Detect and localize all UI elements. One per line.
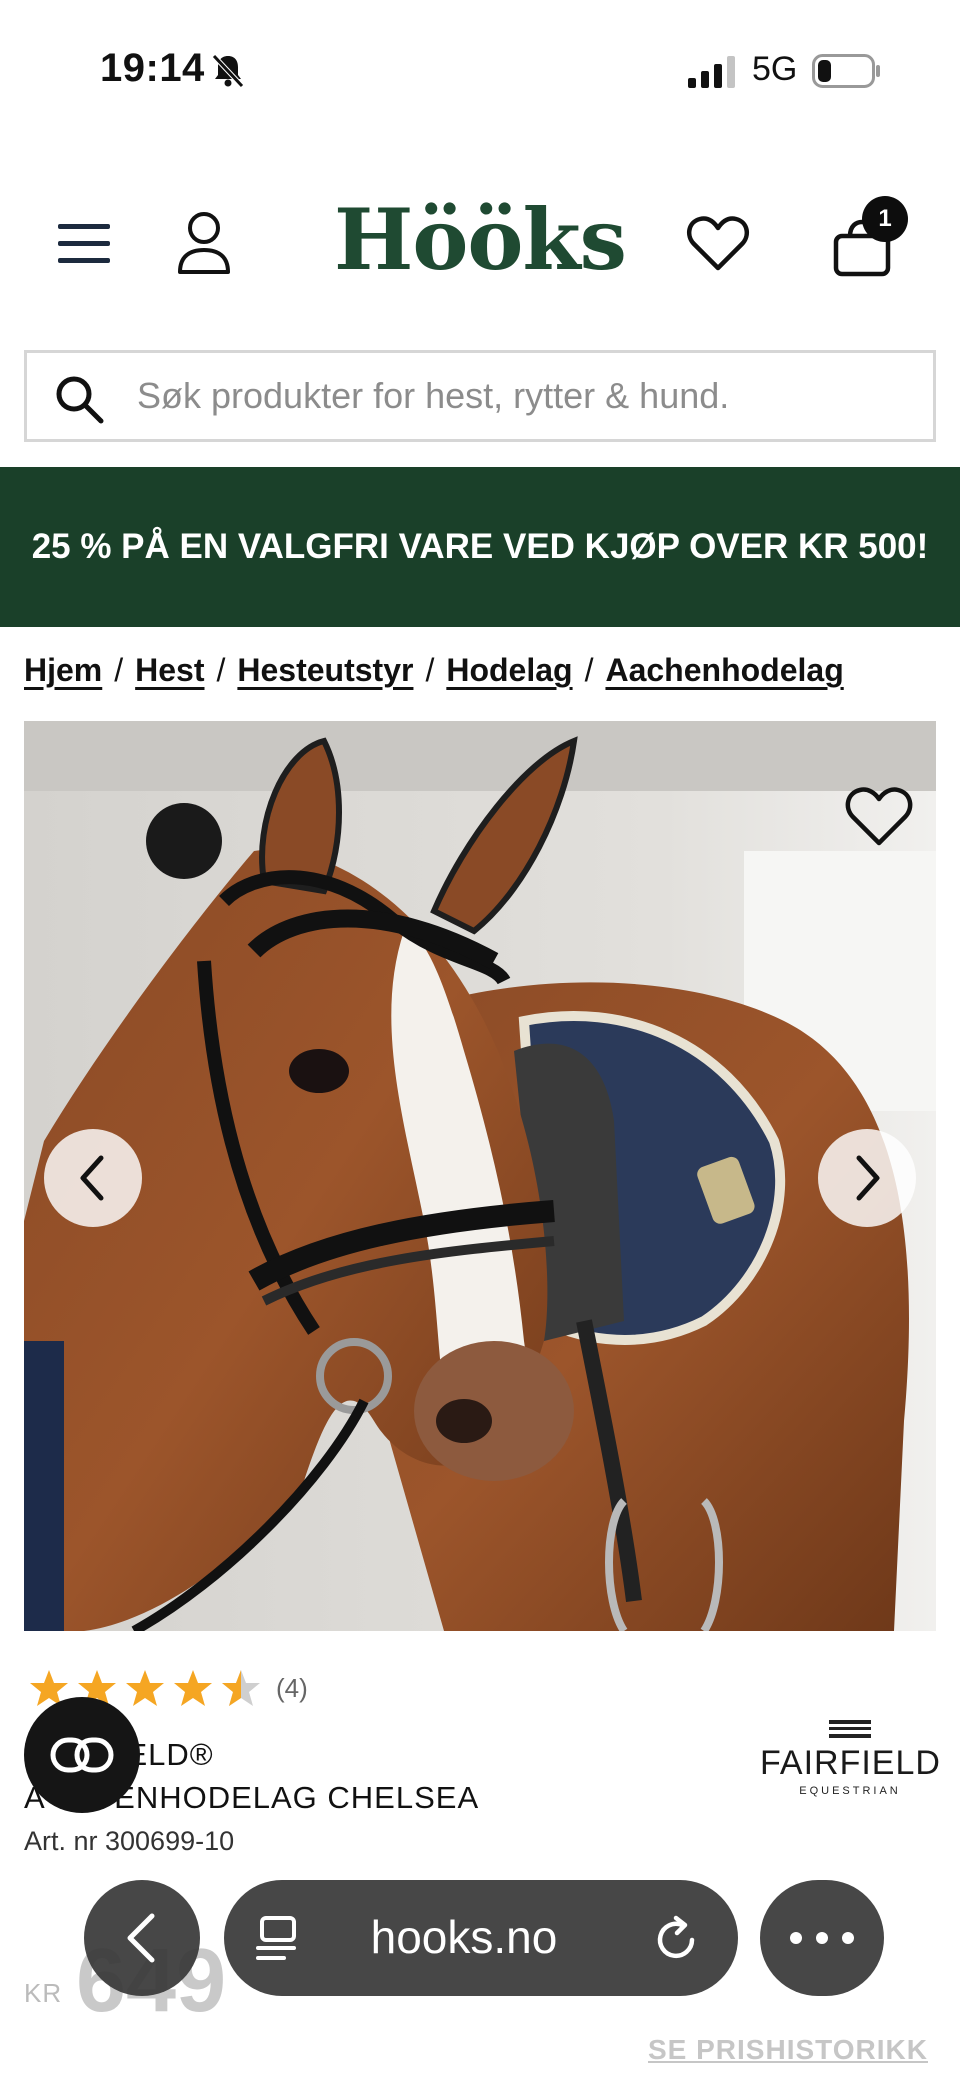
breadcrumb: Hjem / Hest / Hesteutstyr / Hodelag / Aachenhode… xyxy=(24,652,844,688)
heart-icon[interactable] xyxy=(686,214,750,272)
breadcrumb-link-home[interactable]: Hjem xyxy=(24,652,102,688)
network-type: 5G xyxy=(752,50,798,88)
breadcrumb-link-hest[interactable]: Hest xyxy=(135,652,204,688)
status-time: 19:14 xyxy=(100,46,205,90)
brand-logo-fairfield[interactable]: FAIRFIELD EQUESTRIAN xyxy=(760,1720,940,1797)
site-header: Hööks 1 xyxy=(0,190,960,300)
chat-icon xyxy=(50,1737,114,1773)
chevron-left-icon xyxy=(80,1155,104,1201)
carousel-next-button[interactable] xyxy=(818,1129,916,1227)
browser-back-button[interactable] xyxy=(84,1880,200,1996)
review-count: (4) xyxy=(276,1672,308,1703)
article-number: Art. nr 300699-10 xyxy=(24,1826,235,1856)
page-menu-icon[interactable] xyxy=(254,1914,302,1964)
product-image-carousel[interactable] xyxy=(24,721,936,1631)
reload-icon[interactable] xyxy=(652,1914,702,1964)
bell-muted-icon xyxy=(212,54,244,88)
battery-icon xyxy=(812,54,880,88)
search-icon xyxy=(56,376,104,424)
chevron-right-icon xyxy=(856,1155,880,1201)
search-bar[interactable] xyxy=(24,350,936,442)
user-icon[interactable] xyxy=(174,210,234,276)
hamburger-menu-icon[interactable] xyxy=(56,220,112,268)
carousel-prev-button[interactable] xyxy=(44,1129,142,1227)
price-history-link[interactable]: SE PRISHISTORIKK xyxy=(648,2034,928,2066)
star-icon xyxy=(126,1670,164,1706)
dot-icon xyxy=(816,1932,828,1944)
half-star-icon xyxy=(222,1670,260,1706)
promo-banner[interactable]: 25 % PÅ EN VALGFRI VARE VED KJØP OVER KR… xyxy=(0,467,960,627)
breadcrumb-link-aachenhodelag[interactable]: Aachenhodelag xyxy=(605,652,843,688)
signal-icon xyxy=(688,56,735,88)
dot-icon xyxy=(842,1932,854,1944)
browser-more-button[interactable] xyxy=(760,1880,884,1996)
search-input[interactable] xyxy=(137,363,917,429)
add-to-wishlist-heart-icon[interactable] xyxy=(844,781,914,851)
breadcrumb-link-hesteutstyr[interactable]: Hesteutstyr xyxy=(237,652,413,688)
cart-count-badge: 1 xyxy=(862,196,908,242)
chevron-left-icon xyxy=(127,1913,155,1963)
star-icon xyxy=(174,1670,212,1706)
breadcrumb-link-hodelag[interactable]: Hodelag xyxy=(446,652,572,688)
dot-icon xyxy=(790,1932,802,1944)
promo-text: 25 % PÅ EN VALGFRI VARE VED KJØP OVER KR… xyxy=(31,527,929,566)
browser-address-bar[interactable]: hooks.no xyxy=(224,1880,738,1996)
site-logo[interactable]: Hööks xyxy=(330,198,630,282)
chat-button[interactable] xyxy=(24,1697,140,1813)
status-bar: 19:14 5G xyxy=(0,0,960,140)
product-photo-horse xyxy=(24,721,936,1631)
browser-url: hooks.no xyxy=(370,1911,558,1963)
price-currency: KR xyxy=(24,1978,63,2008)
